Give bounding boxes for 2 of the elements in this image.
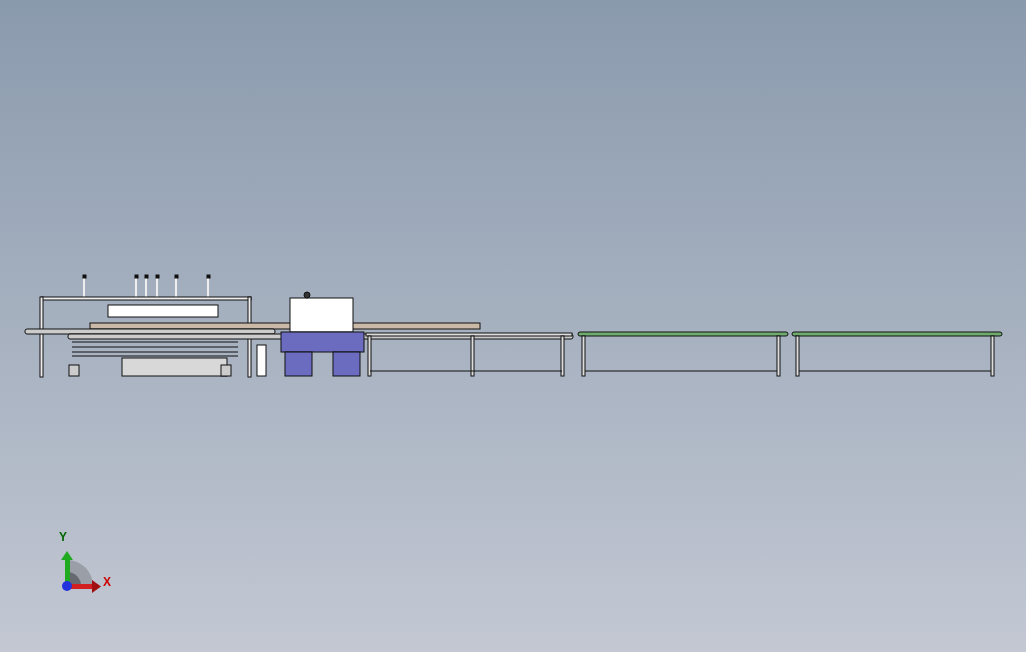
y-axis-label: Y bbox=[59, 531, 67, 543]
x-axis-label: X bbox=[103, 576, 111, 588]
